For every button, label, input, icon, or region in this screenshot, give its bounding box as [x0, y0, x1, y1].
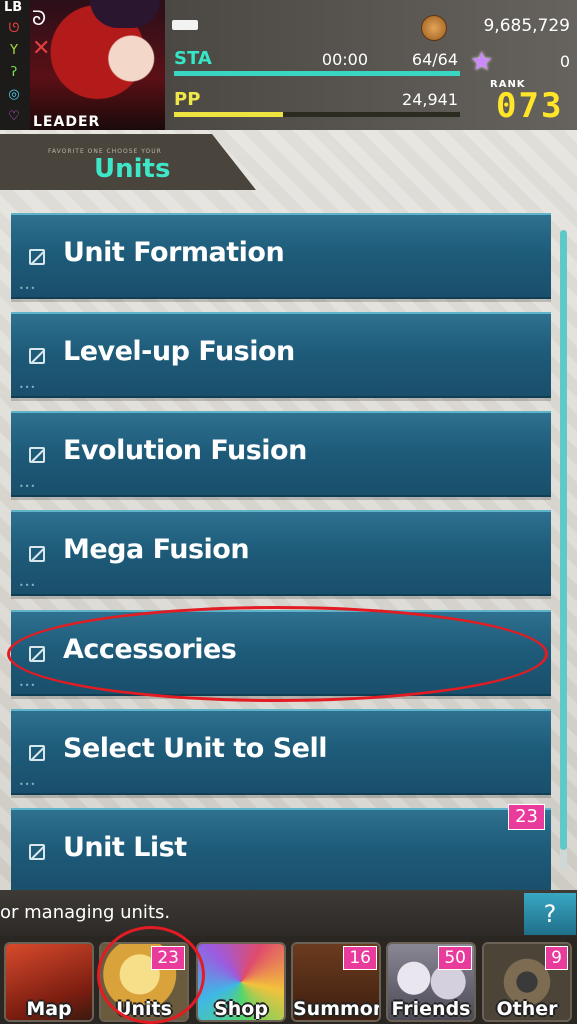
- menu-item-accessories[interactable]: Accessories •••: [11, 610, 551, 696]
- lb-column: LB ᘎ Y ʔ ◎ ♡: [0, 0, 30, 130]
- menu-item-label: Level-up Fusion: [63, 336, 295, 367]
- menu-item-label: Unit List: [63, 832, 187, 863]
- nav-summon-button[interactable]: 16 Summon: [291, 942, 381, 1022]
- status-header: LB ᘎ Y ʔ ◎ ♡ ᘐ ✕ LEADER 9,685,729 STA 00…: [0, 0, 577, 130]
- gem-count: 0: [559, 52, 570, 71]
- nav-friends-button[interactable]: 50 Friends: [386, 942, 476, 1022]
- dark-element-icon: ♡: [8, 109, 20, 124]
- info-text: or managing units.: [0, 902, 171, 923]
- menu-check-icon: [29, 745, 45, 761]
- nav-label: Other: [496, 998, 558, 1020]
- decor-dots: •••: [19, 482, 37, 491]
- menu-check-icon: [29, 546, 45, 562]
- fire-element-icon: ᘎ: [8, 21, 20, 36]
- gem-icon[interactable]: ★: [470, 47, 493, 77]
- cross-icon: ✕: [32, 36, 51, 61]
- scrollbar-thumb[interactable]: [560, 230, 567, 850]
- decor-dots: •••: [19, 581, 37, 590]
- lb-label: LB: [4, 0, 23, 15]
- menu-item-mega-fusion[interactable]: Mega Fusion •••: [11, 510, 551, 596]
- thunder-element-icon: ʔ: [10, 65, 18, 80]
- nav-badge: 16: [343, 946, 377, 970]
- leader-portrait[interactable]: [30, 0, 165, 130]
- menu-check-icon: [29, 646, 45, 662]
- nav-label: Shop: [214, 998, 268, 1020]
- nav-label: Summon: [293, 998, 381, 1020]
- stamina-bar: [174, 71, 460, 76]
- page-title: Units: [94, 154, 171, 184]
- nav-badge: 23: [151, 946, 185, 970]
- decor-dots: •••: [19, 284, 37, 293]
- stamina-timer: 00:00: [321, 50, 368, 69]
- menu-check-icon: [29, 249, 45, 265]
- pp-bar: [174, 112, 460, 117]
- stamina-value: 64/64: [411, 50, 458, 69]
- menu-item-label: Accessories: [63, 634, 237, 665]
- menu-scrollbar[interactable]: [560, 230, 567, 870]
- menu-item-evolution-fusion[interactable]: Evolution Fusion •••: [11, 411, 551, 497]
- pp-bar-fill: [174, 112, 283, 117]
- menu-item-label: Unit Formation: [63, 237, 285, 268]
- pp-value: 24,941: [402, 90, 458, 109]
- nav-label: Units: [116, 998, 172, 1020]
- nav-badge: 50: [438, 946, 472, 970]
- player-name: [172, 20, 198, 30]
- leader-label: LEADER: [33, 114, 101, 130]
- menu-check-icon: [29, 348, 45, 364]
- nav-badge: 9: [545, 946, 568, 970]
- nav-label: Friends: [391, 998, 471, 1020]
- nav-shop-button[interactable]: Shop: [196, 942, 286, 1022]
- water-element-icon: ◎: [8, 87, 20, 102]
- menu-item-label: Mega Fusion: [63, 534, 250, 565]
- spiral-icon: ᘐ: [32, 6, 47, 30]
- decor-dots: •••: [19, 383, 37, 392]
- help-button[interactable]: ?: [524, 893, 576, 935]
- menu-check-icon: [29, 447, 45, 463]
- stamina-label: STA: [174, 48, 212, 69]
- rank-value: 073: [496, 86, 564, 126]
- menu-item-unit-formation[interactable]: Unit Formation •••: [11, 213, 551, 299]
- pp-label: PP: [174, 89, 201, 110]
- portrait-hat: [90, 0, 160, 28]
- menu-check-icon: [29, 844, 45, 860]
- decor-dots: •••: [19, 681, 37, 690]
- stamina-bar-fill: [174, 71, 460, 76]
- nav-units-button[interactable]: 23 Units: [99, 942, 189, 1022]
- decor-dots: •••: [19, 780, 37, 789]
- nav-label: Map: [26, 998, 72, 1020]
- zel-coin-icon: [421, 15, 447, 41]
- coin-count: 9,685,729: [483, 16, 570, 36]
- menu-item-label: Select Unit to Sell: [63, 733, 327, 764]
- unit-list-badge: 23: [508, 804, 545, 830]
- nav-other-button[interactable]: 9 Other: [482, 942, 572, 1022]
- earth-element-icon: Y: [10, 43, 18, 58]
- nav-map-button[interactable]: Map: [4, 942, 94, 1022]
- menu-item-unit-list[interactable]: Unit List 23: [11, 804, 551, 894]
- menu-item-label: Evolution Fusion: [63, 435, 307, 466]
- menu-item-level-up-fusion[interactable]: Level-up Fusion •••: [11, 312, 551, 398]
- menu-item-select-unit-to-sell[interactable]: Select Unit to Sell •••: [11, 709, 551, 795]
